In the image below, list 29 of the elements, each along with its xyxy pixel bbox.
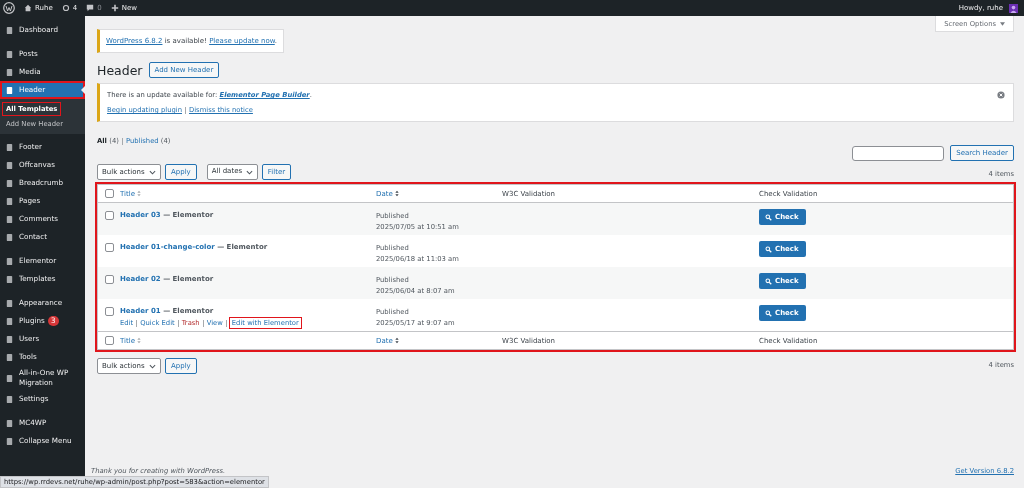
search-icon [765, 213, 772, 221]
document-icon [5, 373, 14, 383]
chevron-icon [245, 169, 253, 175]
search-icon [765, 245, 772, 253]
checkbox[interactable] [104, 211, 114, 220]
sort-icon [394, 337, 399, 344]
search-icon [765, 309, 772, 317]
sort-icon [394, 190, 399, 197]
plus-icon [110, 4, 119, 12]
sort-icon [137, 190, 141, 197]
checkbox[interactable] [104, 189, 114, 198]
caret-icon [1000, 21, 1005, 26]
wordpress-logo-icon[interactable] [3, 2, 15, 14]
speech-bubble-icon [86, 4, 95, 12]
checkbox[interactable] [104, 243, 114, 252]
sort-icon [137, 337, 141, 344]
close-icon[interactable] [997, 91, 1005, 99]
checkbox[interactable] [104, 336, 114, 345]
checkbox[interactable] [104, 275, 114, 284]
checkbox[interactable] [104, 307, 114, 316]
document-icon [5, 25, 14, 35]
chevron-icon [149, 363, 156, 369]
home-icon [24, 4, 32, 12]
search-field[interactable] [852, 145, 945, 161]
search-icon [765, 277, 772, 285]
avatar-icon [1009, 3, 1018, 13]
page-title: Header [97, 62, 143, 78]
document-icon [5, 394, 14, 404]
chevron-icon [149, 169, 156, 175]
